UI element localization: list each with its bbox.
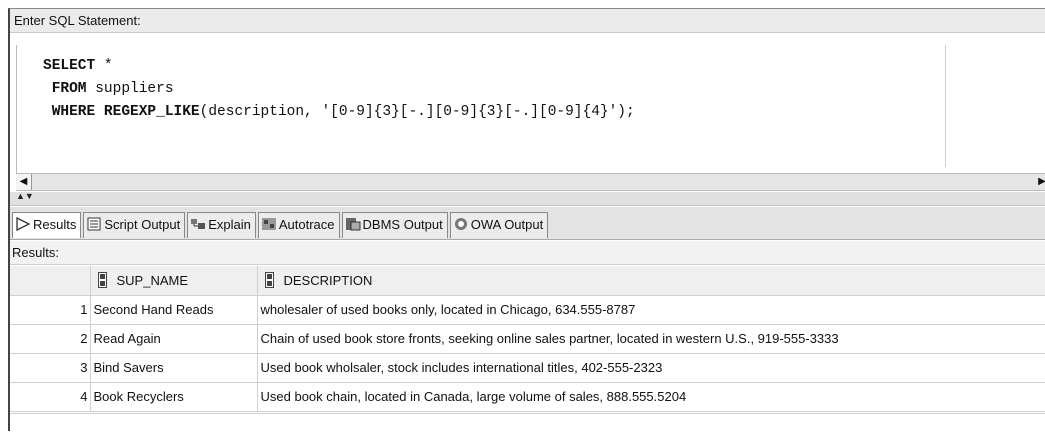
tab-dbms-output[interactable]: DBMS Output: [341, 212, 448, 238]
tab-explain[interactable]: Explain: [187, 212, 256, 238]
keyword-select: SELECT: [43, 58, 96, 74]
scroll-right-icon[interactable]: ▶: [1037, 174, 1045, 190]
tab-owa-output-label: OWA Output: [470, 217, 544, 232]
cell-sup-name[interactable]: Book Recyclers: [90, 382, 258, 412]
sql-statement-label: Enter SQL Statement:: [10, 9, 1045, 33]
tab-explain-label: Explain: [208, 217, 251, 232]
editor-right-area: [945, 45, 1045, 167]
tab-dbms-output-label: DBMS Output: [362, 217, 443, 232]
scroll-left-icon[interactable]: ◀: [16, 174, 32, 190]
tab-autotrace-label: Autotrace: [278, 217, 335, 232]
column-header-description[interactable]: DESCRIPTION: [257, 266, 1045, 296]
cell-description[interactable]: wholesaler of used books only, located i…: [257, 295, 1045, 325]
column-header-sup-name[interactable]: SUP_NAME: [90, 266, 258, 296]
results-label: Results:: [10, 241, 1045, 265]
tab-results-label: Results: [33, 217, 77, 232]
row-number: 1: [10, 295, 91, 325]
tab-owa-output[interactable]: OWA Output: [449, 212, 549, 238]
grid-header-row: SUP_NAME DESCRIPTION: [10, 266, 1045, 296]
results-grid: SUP_NAME DESCRIPTION 1 Second Hand Reads…: [10, 266, 1045, 412]
autotrace-icon: [261, 217, 277, 231]
row-number-header: [10, 266, 91, 296]
column-sup-name-label: SUP_NAME: [116, 273, 189, 289]
cell-sup-name[interactable]: Second Hand Reads: [90, 295, 258, 325]
explain-icon: [190, 217, 206, 231]
tab-results[interactable]: Results: [12, 212, 82, 238]
horizontal-scrollbar[interactable]: ◀ ▶: [16, 173, 1045, 191]
table-row[interactable]: 3 Bind Savers Used book wholsaler, stock…: [10, 353, 1045, 383]
keyword-from: FROM: [51, 81, 87, 97]
sort-az-icon: [97, 272, 107, 289]
cell-description[interactable]: Used book chain, located in Canada, larg…: [257, 382, 1045, 412]
pane-splitter[interactable]: ▲▼: [10, 192, 1045, 206]
play-arrow-icon: [15, 216, 31, 232]
row-number: 4: [10, 382, 91, 412]
dbms-icon: [345, 217, 361, 231]
code-line2-rest: suppliers: [86, 81, 174, 97]
row-number: 3: [10, 353, 91, 383]
owa-icon: [453, 217, 469, 231]
script-icon: [86, 217, 102, 231]
table-row[interactable]: 4 Book Recyclers Used book chain, locate…: [10, 382, 1045, 412]
sort-az-icon: [264, 272, 274, 289]
tab-autotrace[interactable]: Autotrace: [257, 212, 340, 238]
splitter-arrows-icon[interactable]: ▲▼: [16, 192, 34, 201]
row-number: 2: [10, 324, 91, 354]
table-row[interactable]: 1 Second Hand Reads wholesaler of used b…: [10, 295, 1045, 325]
cell-sup-name[interactable]: Read Again: [90, 324, 258, 354]
sql-editor[interactable]: SELECT * FROM suppliers WHERE REGEXP_LIK…: [16, 45, 1045, 173]
cell-description[interactable]: Used book wholsaler, stock includes inte…: [257, 353, 1045, 383]
cell-description[interactable]: Chain of used book store fronts, seeking…: [257, 324, 1045, 354]
column-description-label: DESCRIPTION: [283, 273, 373, 289]
output-tabs: Results Script Output Explain Autotrace …: [10, 207, 1045, 240]
cell-sup-name[interactable]: Bind Savers: [90, 353, 258, 383]
tab-script-output-label: Script Output: [104, 217, 181, 232]
table-row[interactable]: 2 Read Again Chain of used book store fr…: [10, 324, 1045, 354]
code-line3-rest: (description, '[0-9]{3}[-.][0-9]{3}[-.][…: [199, 104, 635, 120]
sql-worksheet: Enter SQL Statement: SELECT * FROM suppl…: [8, 8, 1045, 432]
code-line1-rest: *: [95, 58, 113, 74]
sql-code[interactable]: SELECT * FROM suppliers WHERE REGEXP_LIK…: [43, 55, 635, 124]
grid-empty-area: [10, 413, 1045, 432]
keyword-where-regexp: WHERE REGEXP_LIKE: [51, 104, 200, 120]
tab-script-output[interactable]: Script Output: [83, 212, 186, 238]
